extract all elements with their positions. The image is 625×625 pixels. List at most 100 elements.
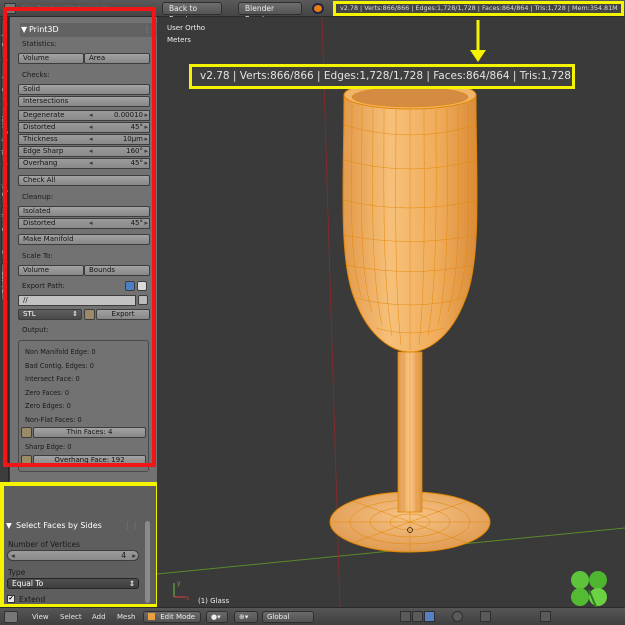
select-icon[interactable] bbox=[21, 455, 32, 466]
export-icon bbox=[84, 309, 95, 320]
edge-select-icon[interactable] bbox=[412, 611, 423, 622]
3d-viewport[interactable]: y x User Ortho Meters (1) Glass bbox=[157, 17, 625, 607]
header-stats-text: v2.78 | Verts:866/866 | Edges:1,728/1,72… bbox=[340, 4, 618, 12]
export-path-input[interactable]: // bbox=[18, 295, 136, 306]
arrow-right-icon[interactable]: ▸ bbox=[144, 123, 148, 132]
viewport-scene[interactable]: y x bbox=[157, 17, 625, 607]
degenerate-field[interactable]: Degenerate ◂ 0.00010 ▸ bbox=[18, 110, 150, 121]
overhang-face-button[interactable]: Overhang Face: 192 bbox=[33, 455, 146, 466]
tab-grease-pencil[interactable]: Grease Pencil bbox=[1, 207, 8, 261]
arrow-left-icon[interactable]: ◂ bbox=[89, 219, 93, 228]
output-line: Zero Edges: 0 bbox=[25, 402, 71, 410]
bounds-button[interactable]: Bounds bbox=[84, 265, 150, 276]
back-to-previous-button[interactable]: Back to Previous bbox=[162, 2, 222, 24]
intersections-button[interactable]: Intersections bbox=[18, 96, 150, 107]
save-icon[interactable] bbox=[137, 281, 147, 291]
export-path-label: Export Path: bbox=[22, 282, 65, 290]
overhang-field[interactable]: Overhang ◂ 45° ▸ bbox=[18, 158, 150, 169]
tab-print3d[interactable]: Print3D bbox=[1, 263, 8, 301]
vertices-number-field[interactable]: ◂ 4 ▸ bbox=[7, 550, 139, 561]
vertex-select-icon[interactable] bbox=[400, 611, 411, 622]
arrow-right-icon[interactable]: ▸ bbox=[144, 135, 148, 144]
tab-label: Options bbox=[1, 173, 8, 197]
menu-add[interactable]: Add bbox=[92, 611, 106, 623]
tab-create[interactable]: Create bbox=[1, 61, 8, 103]
tab-label: Create bbox=[1, 72, 8, 92]
arrow-right-icon[interactable]: ▸ bbox=[132, 551, 136, 560]
checks-label: Checks: bbox=[22, 71, 50, 79]
render-preview-icon[interactable] bbox=[540, 611, 551, 622]
solid-button[interactable]: Solid bbox=[18, 84, 150, 95]
check-all-button[interactable]: Check All bbox=[18, 175, 150, 186]
arrow-left-icon[interactable]: ◂ bbox=[89, 111, 93, 120]
volume-button[interactable]: Volume bbox=[18, 53, 84, 64]
tab-tools[interactable]: Tools bbox=[1, 19, 8, 59]
file-browser-icon[interactable] bbox=[138, 295, 148, 305]
stats-overlay-text: v2.78 | Verts:866/866 | Edges:1,728/1,72… bbox=[200, 70, 571, 82]
mode-dropdown[interactable]: Edit Mode bbox=[143, 611, 201, 623]
editor-type-icon[interactable] bbox=[4, 3, 16, 14]
collapse-triangle-icon: ▼ bbox=[6, 521, 12, 530]
snap-icon[interactable] bbox=[480, 611, 491, 622]
tab-options[interactable]: Options bbox=[1, 165, 8, 205]
select-icon[interactable] bbox=[21, 427, 32, 438]
type-dropdown[interactable]: Equal To ⇕ bbox=[7, 578, 139, 589]
type-label: Type bbox=[8, 568, 26, 577]
pivot-dropdown[interactable]: ⊕▾ bbox=[234, 611, 258, 623]
output-line: Zero Faces: 0 bbox=[25, 389, 70, 397]
shading-dropdown[interactable]: ●▾ bbox=[206, 611, 228, 623]
format-dropdown[interactable]: STL ⇕ bbox=[18, 309, 82, 320]
glass-rim-inner bbox=[351, 86, 469, 108]
drag-handle-icon[interactable]: ⋮⋮ bbox=[124, 521, 139, 530]
scale-volume-button[interactable]: Volume bbox=[18, 265, 84, 276]
tab-shading-uvs[interactable]: Shading / UVs bbox=[1, 105, 8, 163]
thickness-field[interactable]: Thickness ◂ 10μm ▸ bbox=[18, 134, 150, 145]
menu-view[interactable]: View bbox=[32, 611, 49, 623]
proportional-edit-icon[interactable] bbox=[452, 611, 463, 622]
arrow-right-icon[interactable]: ▸ bbox=[144, 159, 148, 168]
arrow-right-icon[interactable]: ▸ bbox=[144, 219, 148, 228]
isolated-button[interactable]: Isolated bbox=[18, 206, 150, 217]
mode-value: Edit Mode bbox=[160, 613, 196, 621]
axis-x-glyph: x bbox=[186, 595, 190, 602]
field-label: Edge Sharp bbox=[23, 147, 64, 155]
arrow-right-icon[interactable]: ▸ bbox=[144, 111, 148, 120]
field-label: Distorted bbox=[23, 123, 56, 131]
cleanup-distorted-field[interactable]: Distorted ◂ 45° ▸ bbox=[18, 218, 150, 229]
arrow-left-icon[interactable]: ◂ bbox=[89, 159, 93, 168]
format-value: STL bbox=[23, 310, 36, 318]
distorted-field[interactable]: Distorted ◂ 45° ▸ bbox=[18, 122, 150, 133]
field-label: Overhang bbox=[23, 159, 58, 167]
header-stats-highlight: v2.78 | Verts:866/866 | Edges:1,728/1,72… bbox=[333, 1, 624, 16]
menu-mesh[interactable]: Mesh bbox=[117, 611, 135, 623]
vertices-label: Number of Vertices bbox=[8, 540, 81, 549]
arrow-left-icon[interactable]: ◂ bbox=[89, 135, 93, 144]
menu-select[interactable]: Select bbox=[60, 611, 82, 623]
arrow-left-icon[interactable]: ◂ bbox=[11, 551, 15, 560]
print3d-panel-header[interactable]: ▼ Print3D ⋮⋮ bbox=[20, 23, 162, 37]
render-engine-dropdown[interactable]: Blender Render bbox=[238, 2, 302, 24]
face-select-icon[interactable] bbox=[424, 611, 435, 622]
export-button[interactable]: Export bbox=[96, 309, 150, 320]
thin-faces-button[interactable]: Thin Faces: 4 bbox=[33, 427, 146, 438]
blender-logo-icon bbox=[312, 3, 324, 14]
make-manifold-button[interactable]: Make Manifold bbox=[18, 234, 150, 245]
arrow-left-icon[interactable]: ◂ bbox=[89, 147, 93, 156]
object-label: (1) Glass bbox=[198, 597, 230, 605]
field-value: 160° bbox=[126, 147, 143, 155]
panel-title: Print3D bbox=[29, 25, 59, 34]
extend-checkbox[interactable]: ✔ bbox=[7, 595, 15, 603]
operator-scrollbar[interactable] bbox=[145, 521, 150, 603]
arrow-right-icon[interactable]: ▸ bbox=[144, 147, 148, 156]
editor-type-icon[interactable] bbox=[4, 611, 18, 623]
field-value: 45° bbox=[130, 123, 143, 131]
folder-browse-icon[interactable] bbox=[125, 281, 135, 291]
orientation-dropdown[interactable]: Global bbox=[262, 611, 314, 623]
tab-label: Shading / UVs bbox=[1, 113, 8, 155]
edge-sharp-field[interactable]: Edge Sharp ◂ 160° ▸ bbox=[18, 146, 150, 157]
menu-ghost-text: File Render Window Help bbox=[22, 4, 109, 12]
area-button[interactable]: Area bbox=[84, 53, 150, 64]
orientation-value: Global bbox=[267, 613, 290, 621]
arrow-left-icon[interactable]: ◂ bbox=[89, 123, 93, 132]
field-value: 0.00010 bbox=[114, 111, 143, 119]
